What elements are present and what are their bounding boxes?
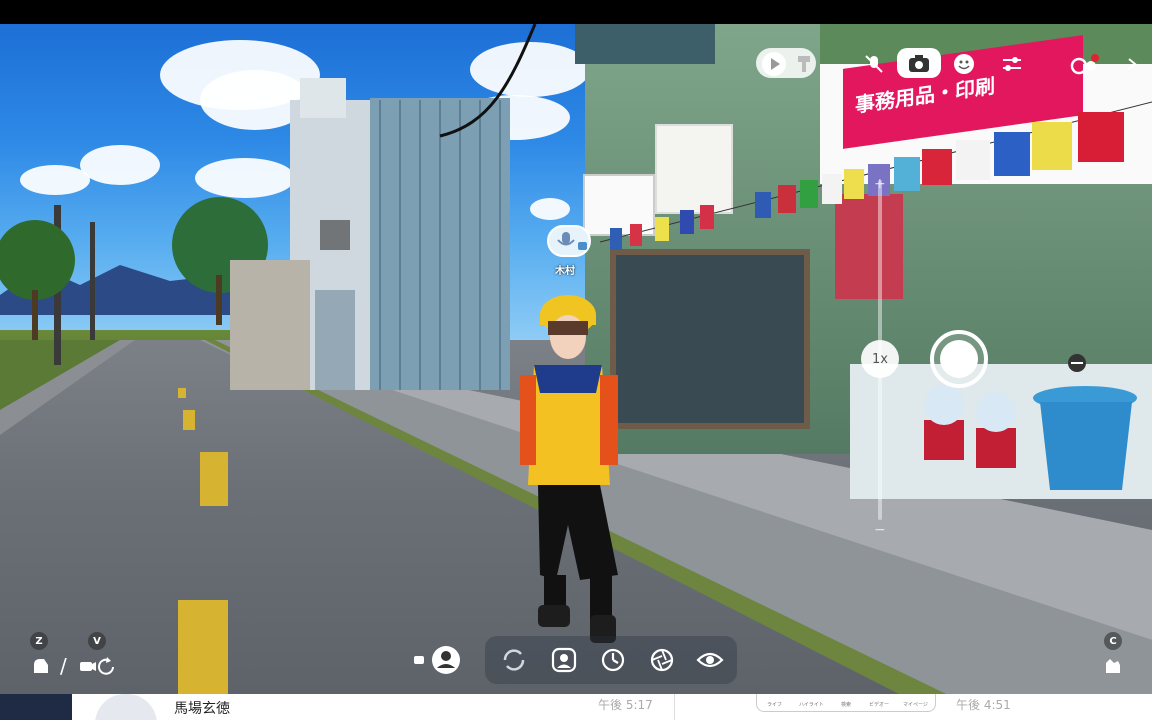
brush-icon	[798, 56, 810, 72]
message-time: 午後 5:17	[598, 698, 653, 712]
lane-dash	[183, 410, 195, 430]
lane-dash	[178, 388, 186, 398]
timer-button[interactable]	[597, 644, 629, 676]
brush-button[interactable]	[788, 48, 820, 80]
chevron-right-icon	[1128, 58, 1137, 70]
visibility-button[interactable]	[694, 644, 726, 676]
lane-dash	[200, 452, 228, 506]
smiley-icon	[954, 54, 974, 74]
trash-bin	[1033, 386, 1137, 490]
mic-icon	[557, 232, 587, 250]
zoom-minus-label: −	[874, 522, 886, 538]
aperture-icon	[650, 648, 674, 672]
hotkey-z-badge: Z	[30, 632, 48, 650]
face-button[interactable]	[548, 644, 580, 676]
person-mode-button[interactable]	[412, 644, 462, 676]
tab-highlight[interactable]: ハイライト	[799, 701, 824, 708]
tab-video[interactable]: ビデオー	[869, 701, 889, 708]
camera-icon	[909, 55, 929, 72]
emote-button[interactable]	[948, 48, 980, 80]
mic-off-icon	[865, 55, 883, 73]
sliders-icon	[1003, 57, 1021, 71]
background-app-strip: 馬場玄徳 午後 5:17 ライフ ハイライト 検索 ビデオー マイページ 午後 …	[0, 694, 1152, 720]
store-roof	[575, 24, 715, 64]
game-viewport[interactable]: 事務用品・印刷 木村 + 1x − Z V / C 馬場玄徳 午後 5:17 ラ…	[0, 0, 1152, 720]
video-rotate-icon[interactable]	[78, 655, 116, 677]
tab-mypage[interactable]: マイページ	[903, 701, 928, 708]
background-tab-bar: ライフ ハイライト 検索 ビデオー マイページ	[756, 694, 936, 712]
shop-window	[610, 249, 810, 429]
hotkey-separator: /	[60, 654, 67, 678]
tab-search[interactable]: 検索	[841, 701, 851, 708]
player-voice-bubble	[547, 225, 591, 257]
swap-camera-icon[interactable]	[1065, 353, 1089, 373]
zoom-level-badge[interactable]: 1x	[861, 340, 899, 378]
rotate-icon	[503, 649, 525, 671]
record-icon	[1070, 54, 1099, 75]
tab-life[interactable]: ライフ	[767, 701, 782, 708]
camera-button[interactable]	[903, 48, 935, 80]
timer-icon	[601, 648, 625, 672]
contact-name[interactable]: 馬場玄徳	[174, 698, 230, 718]
message-time: 午後 4:51	[956, 698, 1011, 712]
tree	[0, 220, 75, 340]
eye-icon	[696, 652, 724, 668]
power-line	[439, 24, 537, 138]
aperture-button[interactable]	[646, 644, 678, 676]
settings-button[interactable]	[996, 48, 1028, 80]
record-button[interactable]	[1068, 48, 1100, 80]
cloud	[530, 198, 570, 220]
player-nameplate: 木村	[545, 225, 607, 285]
rotate-button[interactable]	[498, 644, 530, 676]
background-app-sidebar	[0, 694, 72, 720]
avatar	[95, 694, 157, 720]
more-button[interactable]	[1120, 48, 1144, 80]
gesture-icon[interactable]	[30, 655, 52, 677]
utility-pole	[90, 222, 95, 340]
zoom-plus-label: +	[874, 176, 886, 192]
shutter-button[interactable]	[930, 330, 988, 388]
hotkey-v-badge: V	[88, 632, 106, 650]
player-name: 木村	[555, 266, 575, 277]
mic-off-button[interactable]	[858, 48, 890, 80]
shutter-inner	[940, 340, 978, 378]
hand-wave-icon[interactable]	[1102, 655, 1124, 677]
hotkey-c-badge: C	[1104, 632, 1122, 650]
lane-dash	[178, 600, 228, 694]
flag-bunting	[600, 101, 1152, 250]
cloud	[20, 165, 90, 195]
divider	[674, 694, 675, 720]
cloud	[80, 145, 160, 185]
play-icon	[762, 52, 786, 76]
letterbox-top	[0, 0, 1152, 24]
player-avatar[interactable]	[520, 285, 630, 655]
face-icon	[551, 647, 577, 673]
play-button[interactable]	[758, 48, 790, 80]
